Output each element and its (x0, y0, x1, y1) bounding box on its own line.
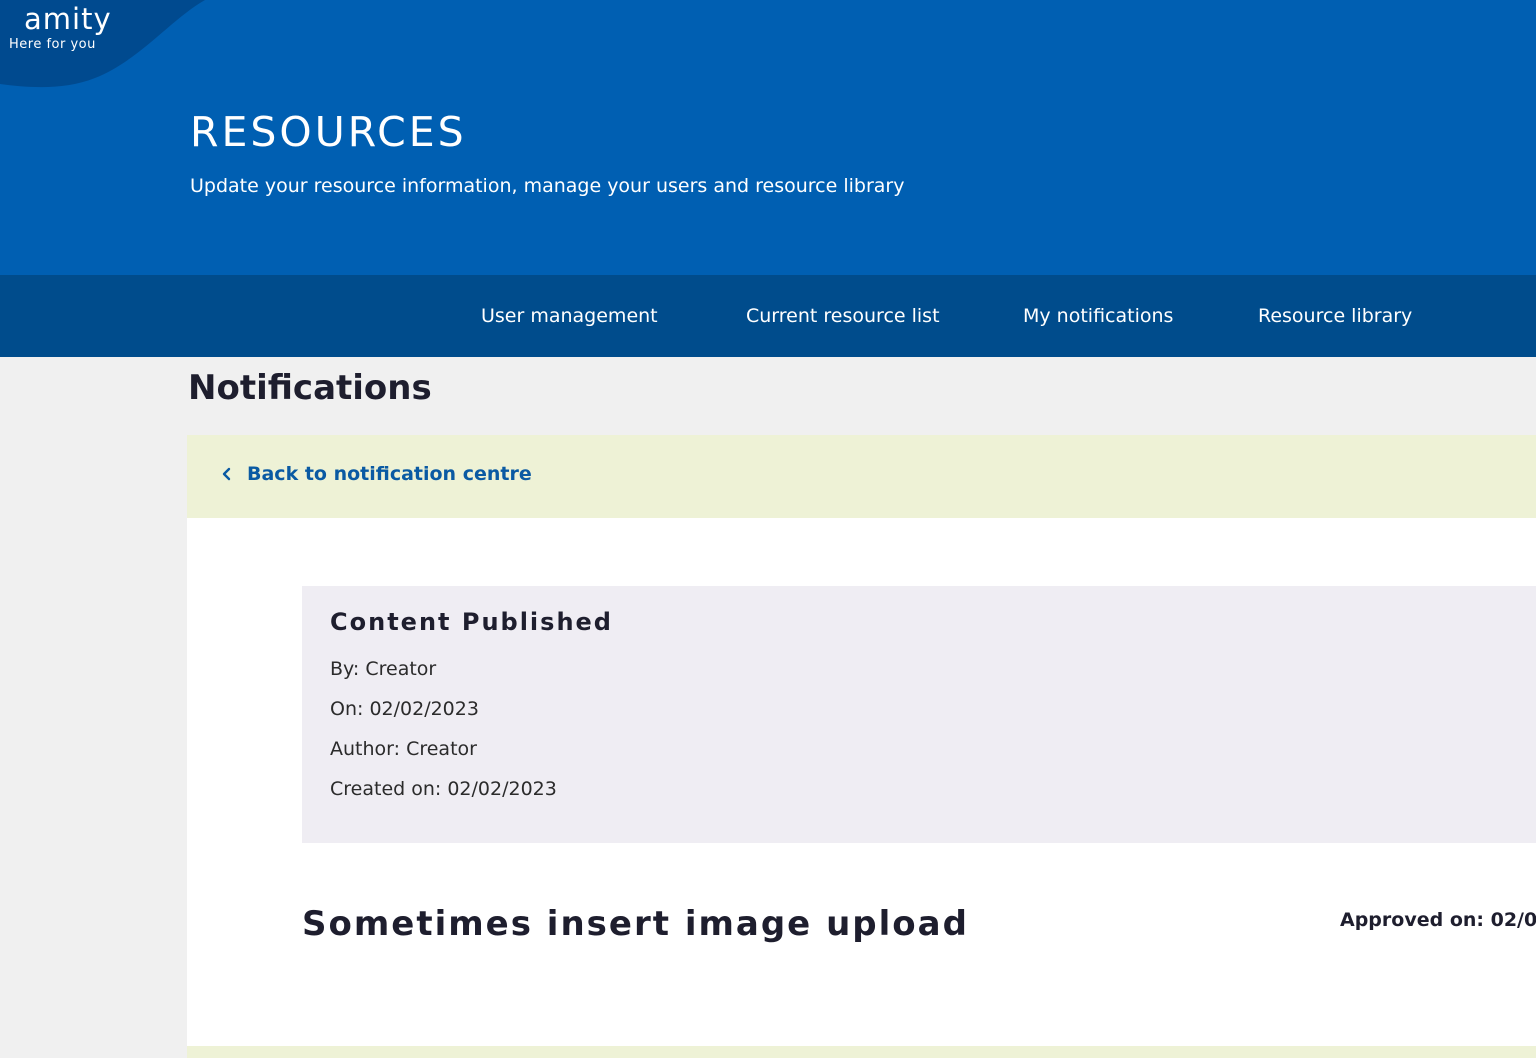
notification-created-on: Created on: 02/02/2023 (330, 778, 557, 800)
chevron-left-icon (222, 467, 231, 481)
logo-tagline: Here for you (9, 37, 96, 52)
notification-title: Content Published (330, 608, 613, 636)
nav-item-current-resource-list[interactable]: Current resource list (746, 305, 940, 327)
notification-detail-panel: Content Published By: Creator On: 02/02/… (187, 518, 1536, 1046)
page-header: amity Here for you RESOURCES Update your… (0, 0, 1536, 275)
notification-author: Author: Creator (330, 738, 477, 760)
notification-on: On: 02/02/2023 (330, 698, 479, 720)
approved-date: Approved on: 02/02 (1340, 909, 1536, 931)
page-subtitle: Update your resource information, manage… (190, 175, 905, 197)
back-to-notification-centre-link[interactable]: Back to notification centre (219, 463, 532, 485)
notification-by: By: Creator (330, 658, 437, 680)
bottom-strip (187, 1046, 1536, 1058)
nav-item-user-management[interactable]: User management (481, 305, 658, 327)
nav-item-my-notifications[interactable]: My notifications (1023, 305, 1173, 327)
nav-item-resource-library[interactable]: Resource library (1258, 305, 1412, 327)
back-link-label: Back to notification centre (247, 463, 532, 485)
section-heading: Notifications (188, 368, 432, 408)
page-title: RESOURCES (190, 108, 467, 156)
main-nav: User management Current resource list My… (0, 275, 1536, 357)
back-bar: Back to notification centre (187, 435, 1536, 518)
logo-wordmark: amity (24, 2, 112, 36)
notification-card: Content Published By: Creator On: 02/02/… (302, 586, 1536, 843)
resource-title: Sometimes insert image upload (302, 904, 969, 944)
